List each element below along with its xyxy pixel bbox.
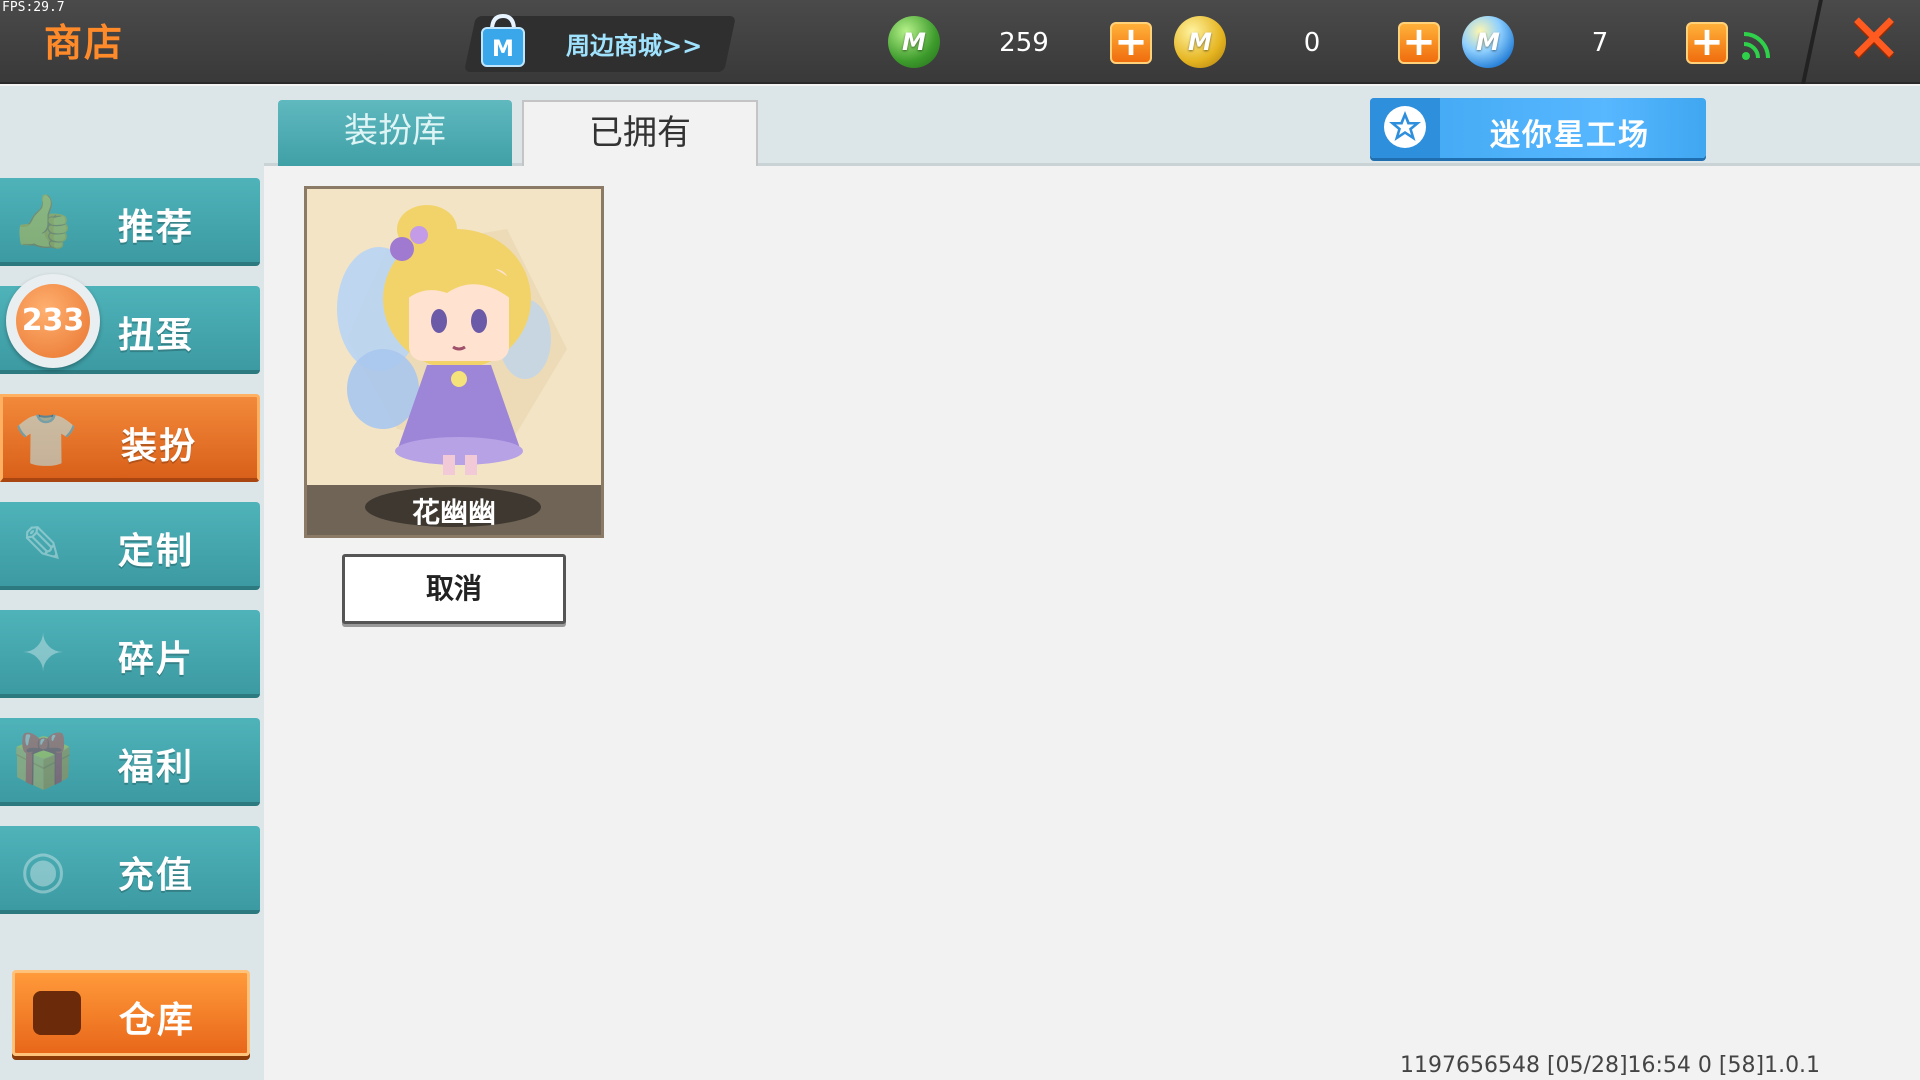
page-title: 商店 <box>44 21 125 65</box>
tab-bar: 装扮库 已拥有 迷你星工场 <box>264 86 1920 166</box>
sidebar-item-label: 碎片 <box>118 639 195 680</box>
sidebar-item-label: 推荐 <box>118 207 195 248</box>
close-icon[interactable]: ✕ <box>1842 6 1906 74</box>
thumbs-up-icon: 👍 <box>10 192 76 252</box>
sidebar-item-label: 装扮 <box>121 426 198 467</box>
top-bar: FPS:29.7 商店 M 周边商城>> M 259 + M 0 + M 7 +… <box>0 0 1920 84</box>
add-gold-coin-button[interactable]: + <box>1398 22 1440 64</box>
warehouse-button[interactable]: 仓库 <box>12 970 250 1056</box>
sidebar-item-label: 福利 <box>118 747 195 788</box>
topbar-divider <box>1801 0 1823 84</box>
shopping-bag-icon[interactable]: M <box>478 12 528 70</box>
coins-icon: ◉ <box>20 840 66 900</box>
svg-text:M: M <box>492 37 514 62</box>
status-bar-text: 1197656548 [05/28]16:54 0 [58]1.0.1 <box>1400 1053 1821 1078</box>
sidebar: 👍 推荐 扭蛋 👕 装扮 ✎ 定制 ✦ 碎片 🎁 福利 ◉ 充值 仓库 <box>0 86 264 1080</box>
cancel-button[interactable]: 取消 <box>342 554 566 624</box>
merch-mall-link[interactable]: 周边商城>> <box>566 26 702 61</box>
blue-coin-amount: 7 <box>1591 28 1609 58</box>
add-green-coin-button[interactable]: + <box>1110 22 1152 64</box>
sidebar-item-fragments[interactable]: ✦ 碎片 <box>0 610 260 698</box>
outfit-namebar: 花幽幽 <box>307 485 601 535</box>
mini-star-workshop-button[interactable]: 迷你星工场 <box>1370 98 1706 158</box>
signal-icon <box>1742 32 1770 60</box>
brush-icon: ✎ <box>21 516 65 576</box>
shirt-icon: 👕 <box>13 411 79 471</box>
sidebar-item-recharge[interactable]: ◉ 充值 <box>0 826 260 914</box>
sidebar-item-label: 扭蛋 <box>118 315 195 356</box>
sidebar-item-recommend[interactable]: 👍 推荐 <box>0 178 260 266</box>
workshop-label: 迷你星工场 <box>1490 118 1650 153</box>
gold-mini-coin-icon: M <box>1174 16 1226 68</box>
outfit-character-image <box>307 189 601 485</box>
gift-icon: 🎁 <box>10 732 76 792</box>
blue-mini-coin-icon: M <box>1462 16 1514 68</box>
outfit-name: 花幽幽 <box>411 496 496 529</box>
tab-outfit-library[interactable]: 装扮库 <box>278 100 512 166</box>
gold-coin-amount: 0 <box>1303 28 1321 58</box>
star-icon <box>1384 106 1426 148</box>
outfit-card[interactable]: 花幽幽 <box>304 186 604 538</box>
tab-owned[interactable]: 已拥有 <box>522 100 758 166</box>
gacha-count-badge: 233 <box>6 274 100 368</box>
sidebar-item-welfare[interactable]: 🎁 福利 <box>0 718 260 806</box>
treasure-chest-icon <box>33 991 81 1035</box>
gacha-count: 233 <box>16 284 90 358</box>
green-mini-coin-icon: M <box>888 16 940 68</box>
main-content: 装扮库 已拥有 迷你星工场 花幽幽 取消 <box>264 86 1920 1080</box>
workshop-icon-box <box>1370 98 1440 158</box>
add-blue-coin-button[interactable]: + <box>1686 22 1728 64</box>
sidebar-item-label: 充值 <box>118 855 195 896</box>
puzzle-icon: ✦ <box>21 624 65 684</box>
sidebar-item-label: 定制 <box>118 531 195 572</box>
warehouse-label: 仓库 <box>119 1000 196 1041</box>
green-coin-amount: 259 <box>999 28 1049 58</box>
sidebar-item-custom[interactable]: ✎ 定制 <box>0 502 260 590</box>
sidebar-item-outfit[interactable]: 👕 装扮 <box>0 394 260 482</box>
